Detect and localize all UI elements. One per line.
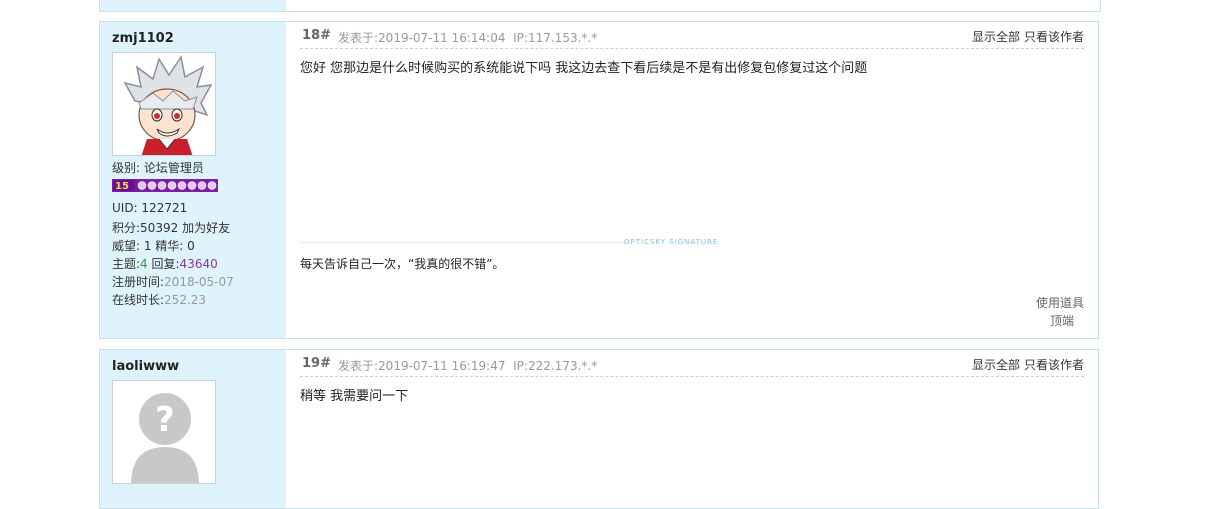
post-time: 发表于:2019-07-11 16:14:04 bbox=[338, 31, 506, 45]
author-points-row: 积分:50392 加为好友 bbox=[112, 219, 230, 236]
author-online-time: 在线时长:252.23 bbox=[112, 291, 206, 308]
post-ip: IP:117.153.*.* bbox=[513, 31, 598, 45]
author-uid: UID: 122721 bbox=[112, 201, 188, 215]
post-meta: 发表于:2019-07-11 16:19:47 IP:222.173.*.* bbox=[338, 357, 597, 374]
points-value: 50392 bbox=[140, 221, 179, 235]
anime-avatar-image bbox=[113, 53, 215, 155]
post-ip: IP:222.173.*.* bbox=[513, 359, 598, 373]
topics-label: 主题: bbox=[112, 257, 141, 271]
signature-divider bbox=[300, 242, 625, 243]
post-header-links: 显示全部 只看该作者 bbox=[968, 356, 1084, 373]
points-label: 积分: bbox=[112, 221, 141, 235]
post-floor-18: zmj1102 级别: 论坛管理员 15 UID: 122721 积分:5039… bbox=[99, 21, 1099, 339]
post-content: 您好 您那边是什么时候购买的系统能说下吗 我这边去查下看后续是不是有出修复包修复… bbox=[300, 61, 868, 76]
author-sidebar: laoliwww ? bbox=[100, 350, 286, 508]
replies-count[interactable]: 43640 bbox=[180, 257, 218, 271]
floor-number[interactable]: 18# bbox=[302, 28, 331, 43]
author-prestige: 威望: 1 精华: 0 bbox=[112, 239, 195, 253]
post-time: 发表于:2019-07-11 16:19:47 bbox=[338, 359, 506, 373]
default-avatar-icon: ? bbox=[113, 381, 215, 483]
show-all-link[interactable]: 显示全部 bbox=[972, 30, 1020, 44]
topics-count[interactable]: 4 bbox=[140, 257, 148, 271]
author-only-link[interactable]: 只看该作者 bbox=[1024, 358, 1084, 372]
level-badge-number: 15 bbox=[115, 181, 129, 192]
post-header: 18# 发表于:2019-07-11 16:14:04 IP:117.153.*… bbox=[300, 28, 1084, 49]
level-badge: 15 bbox=[112, 179, 218, 192]
online-label: 在线时长: bbox=[112, 293, 165, 307]
author-avatar[interactable] bbox=[112, 52, 216, 156]
post-header-links: 显示全部 只看该作者 bbox=[968, 28, 1084, 45]
online-value: 252.23 bbox=[164, 293, 207, 307]
reg-label: 注册时间: bbox=[112, 275, 165, 289]
author-username[interactable]: laoliwww bbox=[112, 359, 179, 374]
author-sidebar: zmj1102 级别: 论坛管理员 15 UID: 122721 积分:5039… bbox=[100, 22, 286, 338]
previous-post-bottom bbox=[99, 0, 1101, 12]
add-friend-link[interactable]: 加为好友 bbox=[182, 221, 230, 235]
author-reg-date: 注册时间:2018-05-07 bbox=[112, 273, 234, 290]
floor-number[interactable]: 19# bbox=[302, 356, 331, 371]
author-level: 级别: 论坛管理员 bbox=[112, 161, 204, 175]
post-header: 19# 发表于:2019-07-11 16:19:47 IP:222.173.*… bbox=[300, 356, 1084, 377]
svg-text:?: ? bbox=[155, 400, 175, 440]
post-floor-19: laoliwww ? 19# 发表于:2019-07-11 16:19:47 I… bbox=[99, 349, 1099, 509]
author-username[interactable]: zmj1102 bbox=[112, 31, 174, 46]
signature-label: OPTICSKY SIGNATURE bbox=[624, 238, 719, 246]
post-meta: 发表于:2019-07-11 16:14:04 IP:117.153.*.* bbox=[338, 29, 597, 46]
post-content: 稍等 我需要问一下 bbox=[300, 389, 409, 404]
reg-date-value: 2018-05-07 bbox=[164, 275, 234, 289]
author-avatar[interactable]: ? bbox=[112, 380, 216, 484]
replies-label: 回复: bbox=[147, 257, 180, 271]
post-signature: 每天告诉自己一次，“我真的很不错”。 bbox=[300, 257, 505, 271]
author-topics-replies: 主题:4 回复:43640 bbox=[112, 255, 218, 272]
use-tool-link[interactable]: 使用道具 bbox=[1036, 294, 1084, 311]
show-all-link[interactable]: 显示全部 bbox=[972, 358, 1020, 372]
previous-post-sidebar bbox=[100, 0, 286, 11]
back-to-top-link[interactable]: 顶端 bbox=[1050, 312, 1074, 329]
author-only-link[interactable]: 只看该作者 bbox=[1024, 30, 1084, 44]
